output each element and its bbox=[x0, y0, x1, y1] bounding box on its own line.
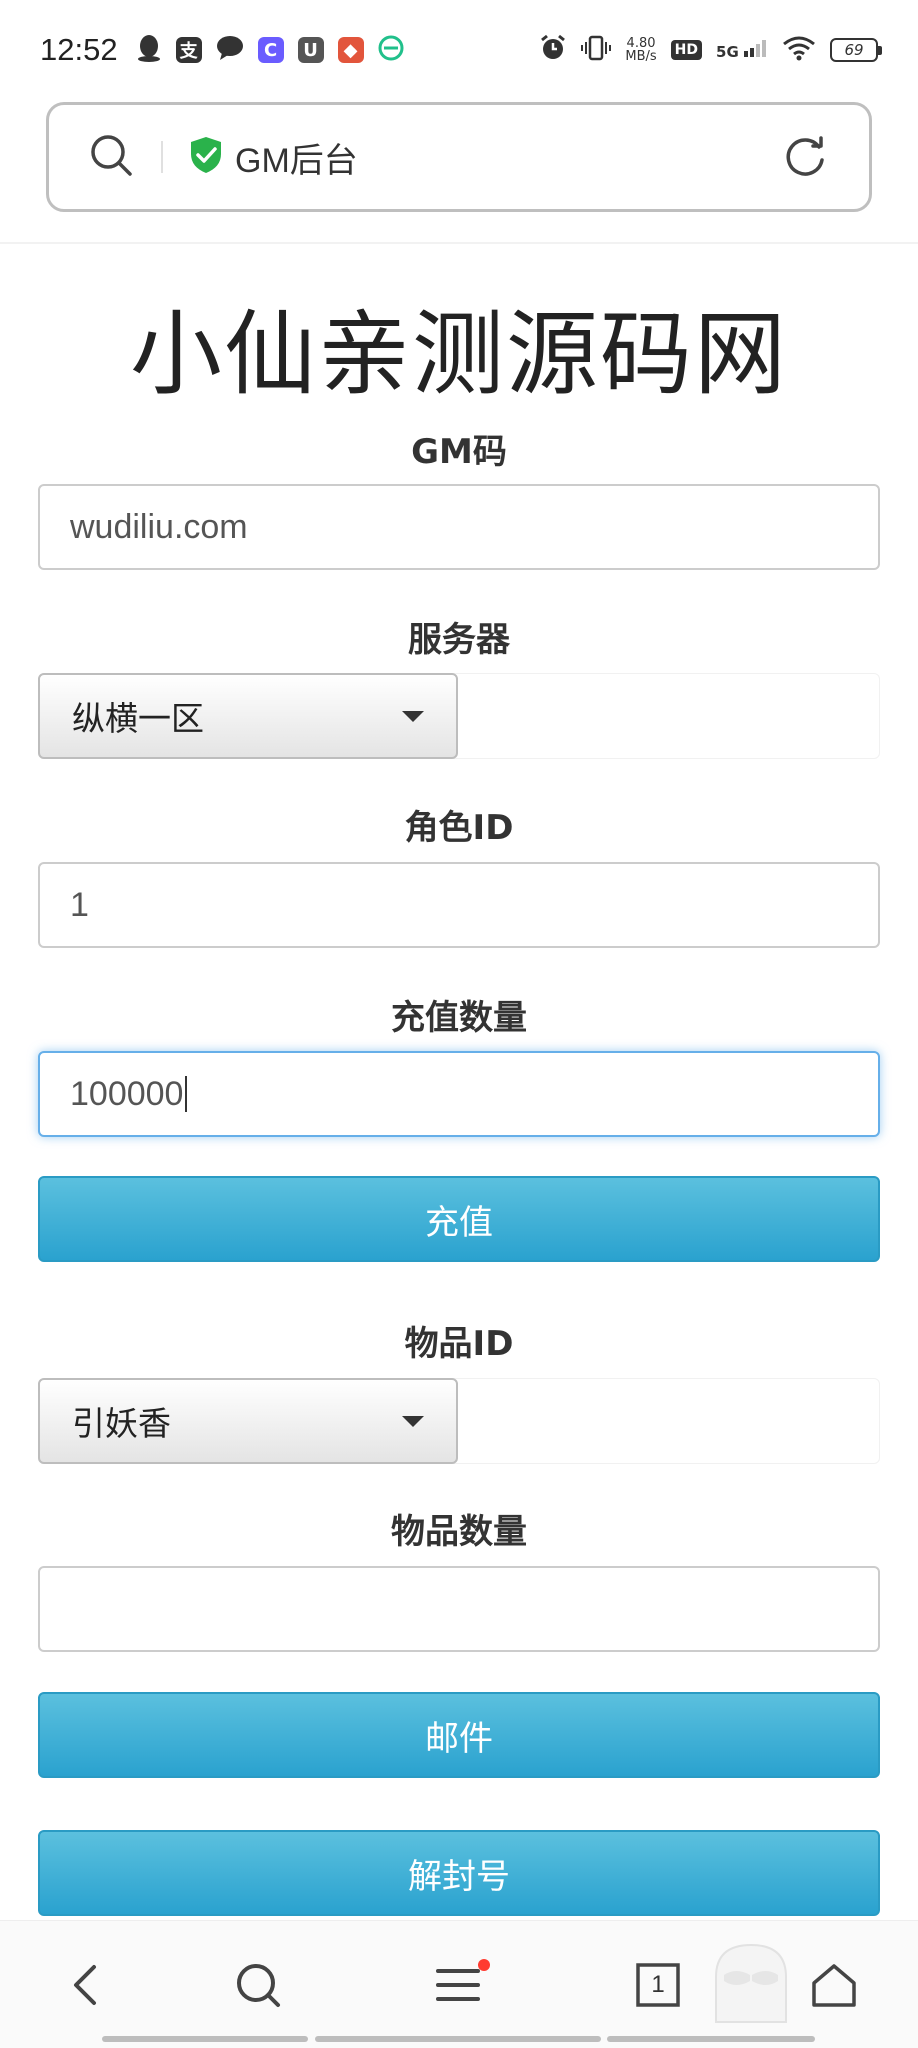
unban-button[interactable]: 解封号 bbox=[38, 1830, 880, 1916]
network-type: 5G bbox=[716, 39, 768, 61]
address-bar[interactable]: GM后台 bbox=[46, 102, 872, 212]
gm-code-input[interactable]: wudiliu.com bbox=[38, 484, 880, 570]
header-divider bbox=[0, 242, 918, 244]
text-cursor bbox=[185, 1076, 188, 1112]
message-icon bbox=[216, 35, 244, 65]
site-title: 小仙亲测源码网 bbox=[129, 301, 788, 408]
recharge-button[interactable]: 充值 bbox=[38, 1176, 880, 1262]
item-id-select[interactable]: 引妖香 bbox=[38, 1378, 458, 1464]
gesture-bar-left bbox=[102, 2036, 308, 2042]
alipay-icon: 支 bbox=[175, 37, 202, 63]
server-selected-value: 纵横一区 bbox=[72, 699, 204, 738]
recharge-amount-value: 100000 bbox=[70, 1074, 184, 1113]
tabs-icon[interactable]: 1 bbox=[628, 1955, 688, 2015]
vibrate-icon bbox=[581, 34, 612, 66]
back-icon[interactable] bbox=[56, 1955, 116, 2015]
item-quantity-input[interactable] bbox=[38, 1566, 880, 1652]
network-type-label: 5G bbox=[716, 43, 739, 61]
server-label: 服务器 bbox=[408, 620, 510, 660]
item-id-label: 物品ID bbox=[404, 1324, 514, 1364]
uc-browser-icon: U bbox=[297, 37, 324, 63]
gm-code-label: GM码 bbox=[411, 432, 507, 472]
search-icon[interactable] bbox=[89, 133, 133, 181]
alarm-icon bbox=[539, 34, 567, 66]
hd-badge: HD bbox=[670, 40, 703, 60]
qq-icon bbox=[136, 34, 162, 66]
gesture-bar-right bbox=[607, 2036, 815, 2042]
role-id-value: 1 bbox=[70, 885, 89, 924]
item-select-row: 引妖香 bbox=[38, 1378, 880, 1464]
browser-page: 12:52 支 C U ◆ 4.80 MB/s HD 5G 69 GM后台 小仙… bbox=[0, 0, 918, 2048]
secure-shield-icon bbox=[189, 136, 223, 178]
mail-button[interactable]: 邮件 bbox=[38, 1692, 880, 1778]
item-quantity-label: 物品数量 bbox=[391, 1512, 527, 1552]
battery-level: 69 bbox=[844, 41, 864, 59]
address-bar-divider bbox=[161, 141, 163, 173]
notification-icons: 支 C U ◆ bbox=[136, 34, 404, 66]
page-title: GM后台 bbox=[235, 141, 358, 180]
gesture-bar-center bbox=[315, 2036, 601, 2042]
recharge-amount-label: 充值数量 bbox=[391, 998, 527, 1038]
browser-e-icon bbox=[378, 35, 404, 65]
search-icon[interactable] bbox=[228, 1955, 288, 2015]
item-selected-value: 引妖香 bbox=[72, 1404, 171, 1443]
battery-indicator: 69 bbox=[830, 38, 882, 62]
wifi-icon bbox=[782, 35, 816, 65]
server-select-row: 纵横一区 bbox=[38, 673, 880, 759]
network-speed: 4.80 MB/s bbox=[625, 37, 656, 63]
role-id-input[interactable]: 1 bbox=[38, 862, 880, 948]
network-speed-unit: MB/s bbox=[625, 49, 657, 64]
home-icon[interactable] bbox=[804, 1955, 864, 2015]
incognito-ghost-icon bbox=[706, 1937, 796, 2027]
signal-icon bbox=[744, 40, 766, 57]
gm-code-value: wudiliu.com bbox=[70, 507, 248, 546]
status-time: 12:52 bbox=[40, 32, 118, 67]
chevron-down-icon bbox=[402, 710, 424, 722]
c-app-icon: C bbox=[257, 37, 284, 63]
chevron-down-icon bbox=[402, 1415, 424, 1427]
browser-bottom-nav: 1 bbox=[0, 1920, 918, 2048]
status-bar: 12:52 支 C U ◆ 4.80 MB/s HD 5G 69 bbox=[0, 0, 918, 100]
role-id-label: 角色ID bbox=[404, 808, 514, 848]
recharge-amount-input[interactable]: 100000 bbox=[38, 1051, 880, 1137]
reload-icon[interactable] bbox=[783, 134, 829, 180]
tab-count: 1 bbox=[651, 1971, 665, 1998]
status-right-icons: 4.80 MB/s HD 5G 69 bbox=[539, 34, 882, 66]
menu-icon[interactable] bbox=[428, 1955, 490, 2015]
game-app-icon: ◆ bbox=[337, 37, 364, 63]
server-select[interactable]: 纵横一区 bbox=[38, 673, 458, 759]
notification-dot bbox=[478, 1959, 490, 1971]
